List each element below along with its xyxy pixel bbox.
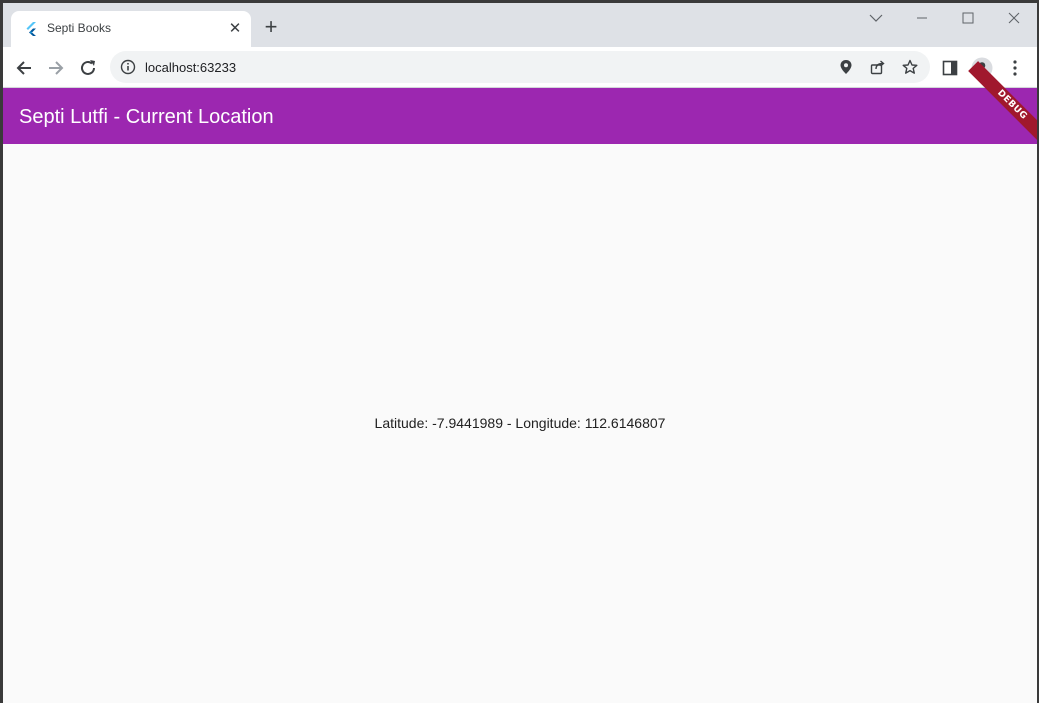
maximize-icon[interactable] [958,8,978,28]
flutter-icon [25,22,39,36]
new-tab-button[interactable]: + [261,16,281,38]
location-pin-icon[interactable] [837,58,855,76]
location-text: Latitude: -7.9441989 - Longitude: 112.61… [374,415,666,431]
arrow-left-icon[interactable] [13,57,35,79]
info-icon[interactable] [120,59,136,75]
side-panel-icon[interactable] [939,57,961,79]
url-text[interactable]: localhost:63233 [145,60,236,75]
tab-strip: Septi Books ✕ + [3,3,1037,47]
reload-icon[interactable] [77,57,99,79]
browser-window: Septi Books ✕ + localhost:63233 Septi Lu… [3,3,1037,703]
tab-septi-books[interactable]: Septi Books ✕ [11,11,251,47]
minimize-icon[interactable] [912,8,932,28]
browser-toolbar: localhost:63233 [3,47,1037,88]
app-body: Latitude: -7.9441989 - Longitude: 112.61… [3,144,1037,703]
tab-close-icon[interactable]: ✕ [227,20,243,36]
page-title: Septi Lutfi - Current Location [19,106,274,128]
kebab-menu-icon[interactable] [1004,57,1026,79]
arrow-right-icon[interactable] [45,57,67,79]
tab-search-icon[interactable] [866,8,886,28]
close-window-icon[interactable] [1004,8,1024,28]
share-icon[interactable] [869,58,887,76]
app-bar: Septi Lutfi - Current Location DEBUG [3,61,1037,149]
tab-title: Septi Books [47,21,112,35]
address-bar[interactable]: localhost:63233 [110,51,930,83]
star-icon[interactable] [901,58,919,76]
